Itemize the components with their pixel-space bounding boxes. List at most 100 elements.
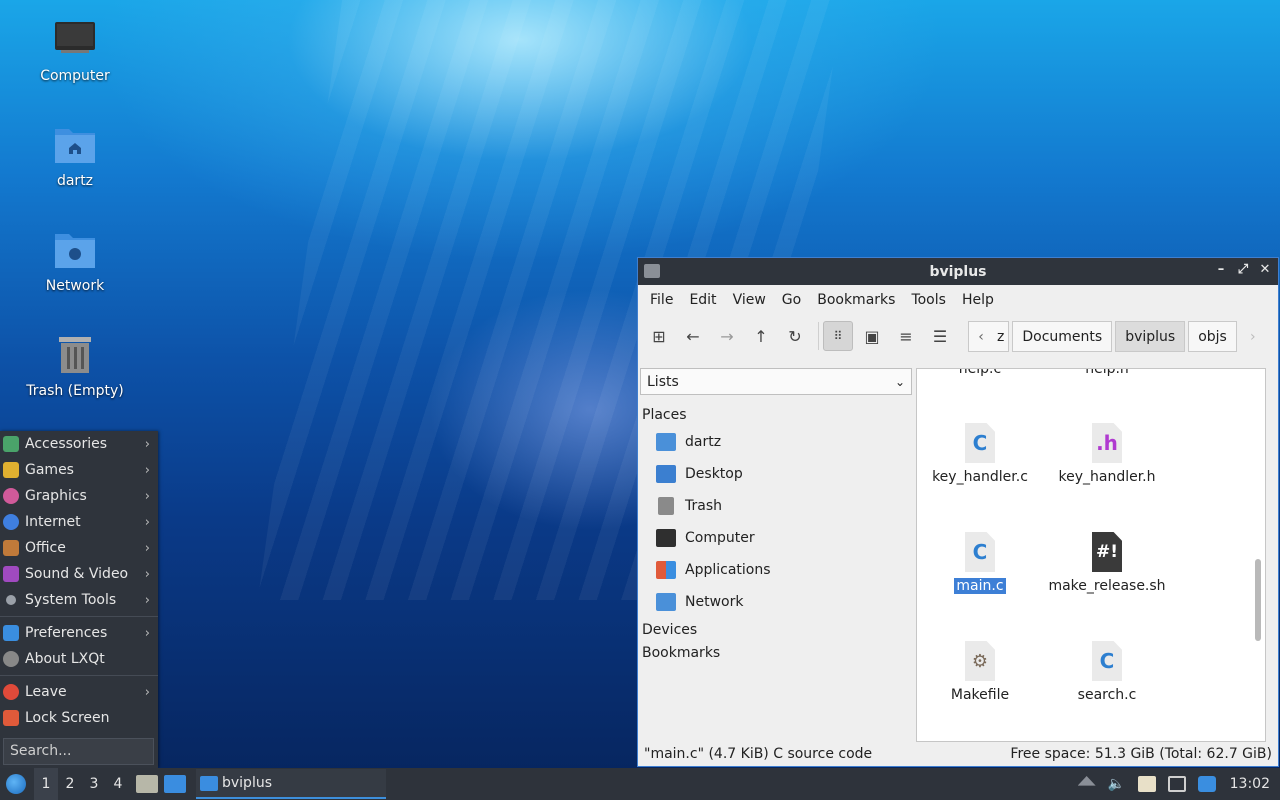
menu-item-office[interactable]: Office › <box>0 535 158 561</box>
update-notifier-icon[interactable] <box>1197 776 1216 792</box>
menu-search-input[interactable]: Search... <box>3 738 154 765</box>
file-item[interactable]: help.h <box>1044 369 1170 377</box>
show-desktop-icon[interactable] <box>164 775 186 793</box>
place-computer[interactable]: Computer <box>640 522 914 554</box>
file-manager-launcher-icon[interactable] <box>136 775 158 793</box>
menu-item-preferences[interactable]: Preferences › <box>0 620 158 646</box>
menu-item-sound-video[interactable]: Sound & Video › <box>0 561 158 587</box>
volume-icon[interactable]: 🔈 <box>1108 776 1126 792</box>
detailed-list-button[interactable]: ☰ <box>925 321 955 351</box>
menu-edit[interactable]: Edit <box>681 292 724 308</box>
window-title: bviplus <box>929 263 987 280</box>
breadcrumb-item[interactable]: Documents <box>1012 321 1113 352</box>
menu-item-games[interactable]: Games › <box>0 457 158 483</box>
menu-item-graphics[interactable]: Graphics › <box>0 483 158 509</box>
desktop-switch-2[interactable]: 2 <box>58 768 82 800</box>
menu-item-lock-screen[interactable]: Lock Screen <box>0 705 158 731</box>
devices-heading[interactable]: Devices <box>640 618 914 641</box>
menu-bookmarks[interactable]: Bookmarks <box>809 292 903 308</box>
file-view[interactable]: help.c help.h C key_handler.c .h key_han… <box>916 368 1266 742</box>
select-value: Lists <box>647 373 679 390</box>
place-label: dartz <box>685 434 722 450</box>
places-heading[interactable]: Places <box>640 403 914 426</box>
menu-item-internet[interactable]: Internet › <box>0 509 158 535</box>
thumbnail-view-button[interactable]: ▣ <box>857 321 887 351</box>
place-applications[interactable]: Applications <box>640 554 914 586</box>
info-icon <box>3 651 19 667</box>
menu-file[interactable]: File <box>642 292 681 308</box>
menu-item-accessories[interactable]: Accessories › <box>0 431 158 457</box>
file-item[interactable]: C search.c <box>1044 641 1170 703</box>
side-pane-mode-select[interactable]: Lists ⌄ <box>640 368 912 395</box>
taskbar-task-bviplus[interactable]: bviplus <box>196 769 386 799</box>
makefile-gear-icon: ⚙ <box>965 641 995 681</box>
graphics-icon <box>3 488 19 504</box>
games-icon <box>3 462 19 478</box>
menu-tools[interactable]: Tools <box>903 292 954 308</box>
trash-icon <box>53 333 97 377</box>
menu-item-leave[interactable]: Leave › <box>0 679 158 705</box>
back-button[interactable]: ← <box>678 321 708 351</box>
network-status-icon[interactable] <box>1167 776 1186 792</box>
desktop-switch-4[interactable]: 4 <box>106 768 130 800</box>
desktop-trash[interactable]: Trash (Empty) <box>20 333 130 399</box>
new-tab-icon: ⊞ <box>652 326 666 346</box>
place-label: Desktop <box>685 466 743 482</box>
breadcrumb-item[interactable]: z <box>993 321 1010 352</box>
place-label: Applications <box>685 562 771 578</box>
file-item[interactable]: C key_handler.c <box>917 423 1043 485</box>
tray-arrow-up-icon[interactable] <box>1077 776 1096 786</box>
file-item[interactable]: #! make_release.sh <box>1044 532 1170 594</box>
menu-go[interactable]: Go <box>774 292 809 308</box>
desktop-switch-1[interactable]: 1 <box>34 768 58 800</box>
breadcrumb-scroll-right[interactable]: › <box>1240 321 1266 352</box>
place-network[interactable]: Network <box>640 586 914 618</box>
breadcrumb-item[interactable]: bviplus <box>1115 321 1186 352</box>
menu-item-system-tools[interactable]: System Tools › <box>0 587 158 613</box>
minimize-button[interactable]: – <box>1214 262 1228 277</box>
breadcrumb-scroll-left[interactable]: ‹ <box>968 321 994 352</box>
maximize-button[interactable]: ⤢ <box>1236 262 1250 277</box>
menu-help[interactable]: Help <box>954 292 1002 308</box>
file-item[interactable]: ⚙ Makefile <box>917 641 1043 703</box>
applications-icon <box>656 561 676 579</box>
forward-button[interactable]: → <box>712 321 742 351</box>
toolbar: ⊞ ← → ↑ ↻ ⠿ ▣ ≡ ☰ ‹ z Documents bviplus … <box>638 315 1278 357</box>
file-label: key_handler.c <box>932 469 1028 485</box>
main-menu-button[interactable] <box>6 774 26 794</box>
reload-button[interactable]: ↻ <box>780 321 810 351</box>
new-tab-button[interactable]: ⊞ <box>644 321 674 351</box>
clipboard-icon[interactable] <box>1137 776 1156 792</box>
menu-item-about[interactable]: About LXQt <box>0 646 158 672</box>
chevron-down-icon: ⌄ <box>894 374 905 389</box>
place-trash[interactable]: Trash <box>640 490 914 522</box>
place-desktop[interactable]: Desktop <box>640 458 914 490</box>
breadcrumb-item[interactable]: objs <box>1188 321 1237 352</box>
desktop-computer[interactable]: Computer <box>20 18 130 84</box>
up-button[interactable]: ↑ <box>746 321 776 351</box>
c-source-file-icon: C <box>1092 641 1122 681</box>
close-button[interactable]: ✕ <box>1258 262 1272 277</box>
place-label: Trash <box>685 498 722 514</box>
file-item-selected[interactable]: C main.c <box>917 532 1043 594</box>
desktop-network[interactable]: Network <box>20 228 130 294</box>
toolbar-separator <box>818 322 819 350</box>
file-manager-window: bviplus – ⤢ ✕ File Edit View Go Bookmark… <box>637 257 1279 767</box>
compact-view-button[interactable]: ≡ <box>891 321 921 351</box>
desktop-home-folder[interactable]: dartz <box>20 123 130 189</box>
bookmarks-heading[interactable]: Bookmarks <box>640 641 914 664</box>
file-item[interactable]: .h key_handler.h <box>1044 423 1170 485</box>
desktop-switch-3[interactable]: 3 <box>82 768 106 800</box>
place-dartz[interactable]: dartz <box>640 426 914 458</box>
icon-view-button[interactable]: ⠿ <box>823 321 853 351</box>
breadcrumb: ‹ z Documents bviplus objs › <box>968 321 1269 352</box>
menu-view[interactable]: View <box>725 292 774 308</box>
clock[interactable]: 13:02 <box>1230 776 1270 792</box>
place-label: Network <box>685 594 744 610</box>
grid-icon: ⠿ <box>833 329 843 343</box>
vertical-scrollbar[interactable] <box>1255 559 1261 641</box>
menu-separator <box>0 616 158 617</box>
file-item[interactable]: help.c <box>917 369 1043 377</box>
home-folder-icon <box>53 123 97 167</box>
window-titlebar[interactable]: bviplus – ⤢ ✕ <box>638 258 1278 285</box>
